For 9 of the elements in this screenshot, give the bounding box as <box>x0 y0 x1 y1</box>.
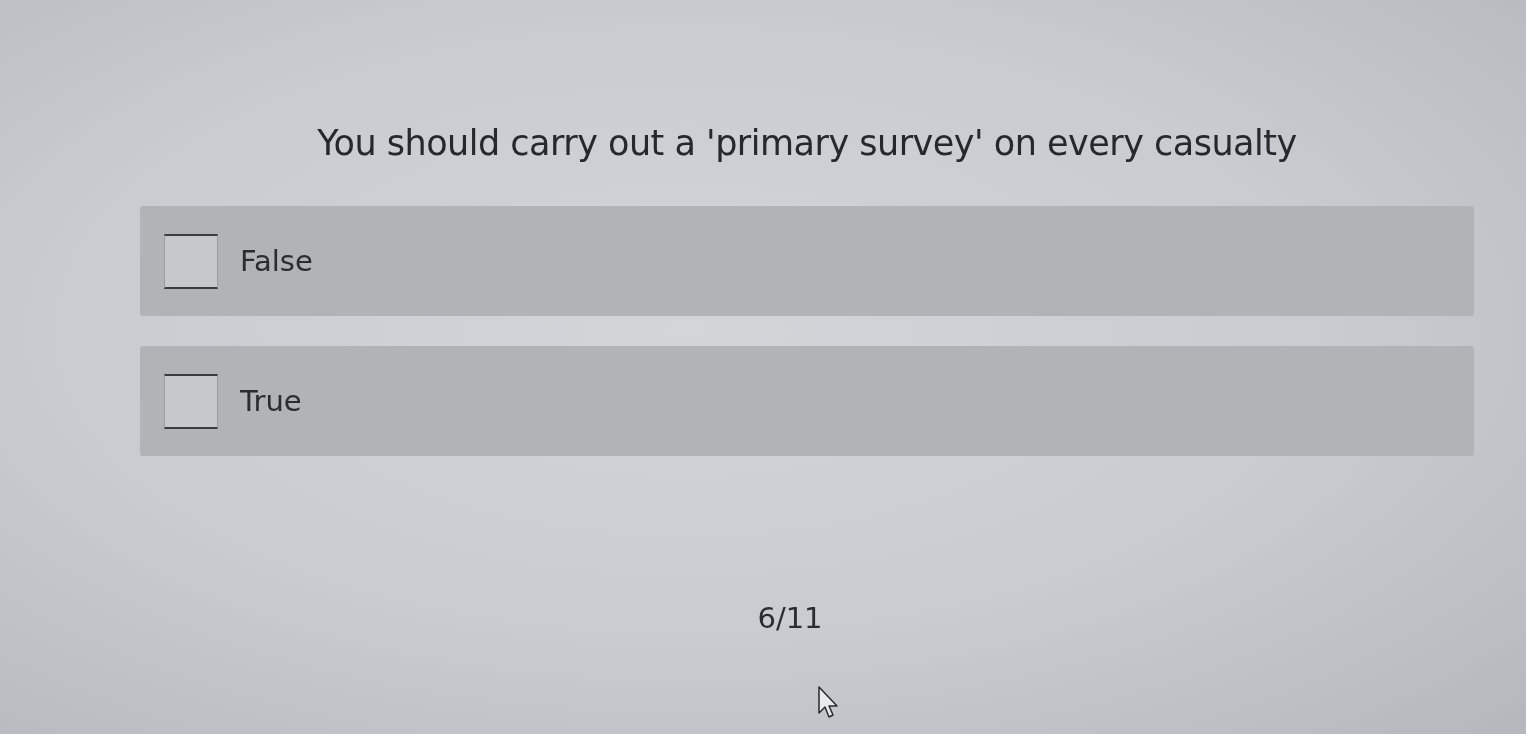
question-counter: 6/11 <box>757 600 823 637</box>
mouse-pointer-icon <box>818 686 838 718</box>
answer-option[interactable]: False <box>140 206 1474 316</box>
checkbox[interactable] <box>164 233 218 289</box>
question-text: You should carry out a 'primary survey' on every casualty <box>317 122 1297 165</box>
checkbox[interactable] <box>164 373 218 429</box>
answer-option[interactable]: True <box>140 346 1474 456</box>
option-label: False <box>240 243 313 280</box>
option-label: True <box>240 383 302 420</box>
